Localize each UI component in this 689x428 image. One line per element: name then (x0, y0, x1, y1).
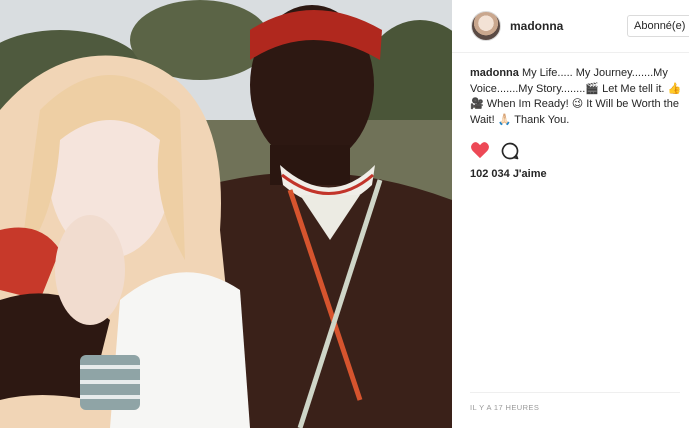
photo-illustration (0, 0, 452, 428)
follow-button[interactable]: Abonné(e) (627, 15, 689, 37)
heart-icon[interactable] (470, 141, 490, 159)
post-photo[interactable] (0, 0, 452, 428)
avatar[interactable] (471, 11, 501, 41)
comment-icon[interactable] (500, 141, 520, 161)
post-side-panel: madonna Abonné(e) madonna My Life..... M… (452, 0, 689, 428)
post-caption: madonna My Life..... My Journey.......My… (470, 66, 682, 128)
username-link[interactable]: madonna (510, 19, 563, 33)
caption-username-link[interactable]: madonna (470, 67, 519, 79)
likes-count[interactable]: 102 034 J'aime (470, 168, 547, 180)
post-timestamp[interactable]: IL Y A 17 HEURES (470, 403, 539, 412)
divider (470, 392, 680, 393)
post-header: madonna Abonné(e) (452, 0, 689, 53)
